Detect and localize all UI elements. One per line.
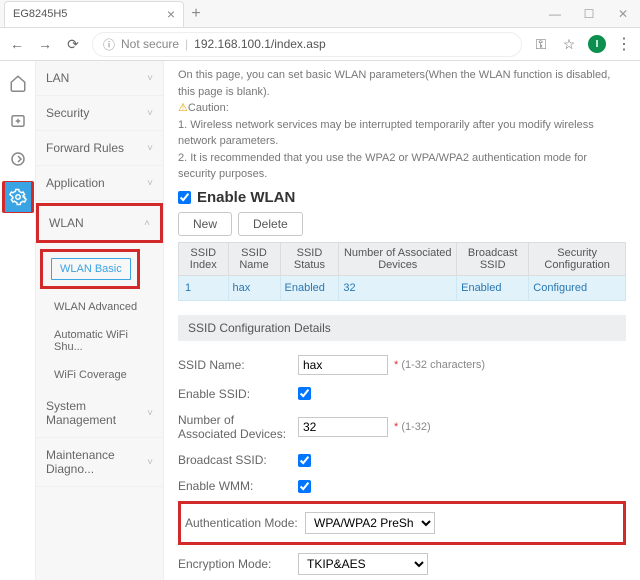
sidebar-sub-auto-wifi-shutdown[interactable]: Automatic WiFi Shu... [36, 321, 163, 361]
ssid-name-input[interactable] [298, 355, 388, 375]
th-ssid-index: SSID Index [179, 242, 229, 275]
section-header: SSID Configuration Details [178, 315, 626, 341]
maximize-button[interactable]: ☐ [572, 0, 606, 28]
url-text: 192.168.100.1/index.asp [194, 37, 325, 51]
delete-button[interactable]: Delete [238, 212, 303, 236]
sidebar-item-system-management[interactable]: System Management˅ [36, 389, 163, 438]
main-content: On this page, you can set basic WLAN par… [164, 61, 640, 580]
encryption-mode-label: Encryption Mode: [178, 557, 298, 571]
url-field[interactable]: ⓘ Not secure | 192.168.100.1/index.asp [92, 32, 522, 57]
new-button[interactable]: New [178, 212, 232, 236]
enable-ssid-checkbox[interactable] [298, 387, 311, 400]
rail-add[interactable] [2, 105, 34, 137]
chevron-down-icon: ˅ [147, 457, 153, 468]
chevron-down-icon: ˅ [147, 178, 153, 189]
profile-avatar[interactable]: I [588, 35, 606, 53]
enable-ssid-label: Enable SSID: [178, 387, 298, 401]
th-num-devices: Number of Associated Devices [339, 242, 457, 275]
th-ssid-name: SSID Name [228, 242, 280, 275]
warning-icon: ⚠ [178, 102, 188, 114]
browser-chrome: EG8245H5 × + — ☐ ✕ ← → ⟳ ⓘ Not secure | … [0, 0, 640, 61]
sidebar-sub-wlan-basic[interactable]: WLAN Basic [51, 258, 131, 280]
enable-wlan-checkbox[interactable] [178, 191, 191, 204]
table-row[interactable]: 1 hax Enabled 32 Enabled Configured [179, 275, 626, 300]
chevron-down-icon: ˅ [147, 108, 153, 119]
num-devices-input[interactable] [298, 417, 388, 437]
back-button[interactable]: ← [8, 36, 26, 52]
sidebar-item-forward-rules[interactable]: Forward Rules˅ [36, 131, 163, 166]
sidebar-item-lan[interactable]: LAN˅ [36, 61, 163, 96]
ssid-table: SSID Index SSID Name SSID Status Number … [178, 242, 626, 301]
ssid-name-label: SSID Name: [178, 358, 298, 372]
auth-mode-highlight: Authentication Mode: WPA/WPA2 PreSharedK… [178, 501, 626, 545]
menu-icon[interactable]: ⋮ [616, 34, 632, 54]
minimize-button[interactable]: — [538, 0, 572, 28]
insecure-icon: ⓘ [103, 36, 115, 53]
num-devices-label: Number of Associated Devices: [178, 413, 298, 442]
chevron-up-icon: ˄ [144, 218, 150, 229]
sidebar-item-maintenance-diagnose[interactable]: Maintenance Diagno...˅ [36, 438, 163, 487]
rail-target[interactable] [2, 143, 34, 175]
sidebar-sub-wifi-coverage[interactable]: WiFi Coverage [36, 361, 163, 389]
sidebar-item-security[interactable]: Security˅ [36, 96, 163, 131]
close-window-button[interactable]: ✕ [606, 0, 640, 28]
rail-settings[interactable] [5, 182, 31, 212]
tab-title: EG8245H5 [13, 8, 67, 20]
address-bar: ← → ⟳ ⓘ Not secure | 192.168.100.1/index… [0, 28, 640, 60]
browser-tab[interactable]: EG8245H5 × [4, 1, 184, 27]
forward-button[interactable]: → [36, 36, 54, 52]
reload-button[interactable]: ⟳ [64, 36, 82, 53]
broadcast-ssid-label: Broadcast SSID: [178, 453, 298, 467]
enable-wlan-label: Enable WLAN [197, 189, 295, 206]
auth-mode-select[interactable]: WPA/WPA2 PreSharedKey [305, 512, 435, 534]
icon-rail [0, 61, 36, 580]
chevron-down-icon: ˅ [147, 73, 153, 84]
insecure-label: Not secure [121, 37, 179, 51]
intro-text: On this page, you can set basic WLAN par… [178, 67, 626, 183]
broadcast-ssid-checkbox[interactable] [298, 454, 311, 467]
sidebar-item-wlan[interactable]: WLAN˄ [36, 203, 163, 243]
chevron-down-icon: ˅ [147, 408, 153, 419]
sidebar: LAN˅ Security˅ Forward Rules˅ Applicatio… [36, 61, 164, 580]
th-security: Security Configuration [529, 242, 626, 275]
auth-mode-label: Authentication Mode: [185, 516, 305, 530]
enable-wmm-checkbox[interactable] [298, 480, 311, 493]
th-broadcast: Broadcast SSID [457, 242, 529, 275]
sidebar-item-application[interactable]: Application˅ [36, 166, 163, 201]
new-tab-button[interactable]: + [184, 2, 208, 26]
key-icon[interactable]: ⚿ [532, 36, 550, 53]
th-ssid-status: SSID Status [280, 242, 339, 275]
encryption-mode-select[interactable]: TKIP&AES [298, 553, 428, 575]
sidebar-sub-wlan-advanced[interactable]: WLAN Advanced [36, 293, 163, 321]
close-icon[interactable]: × [167, 6, 175, 22]
rail-home[interactable] [2, 67, 34, 99]
tab-bar: EG8245H5 × + — ☐ ✕ [0, 0, 640, 28]
enable-wmm-label: Enable WMM: [178, 479, 298, 493]
chevron-down-icon: ˅ [147, 143, 153, 154]
star-icon[interactable]: ☆ [560, 36, 578, 53]
